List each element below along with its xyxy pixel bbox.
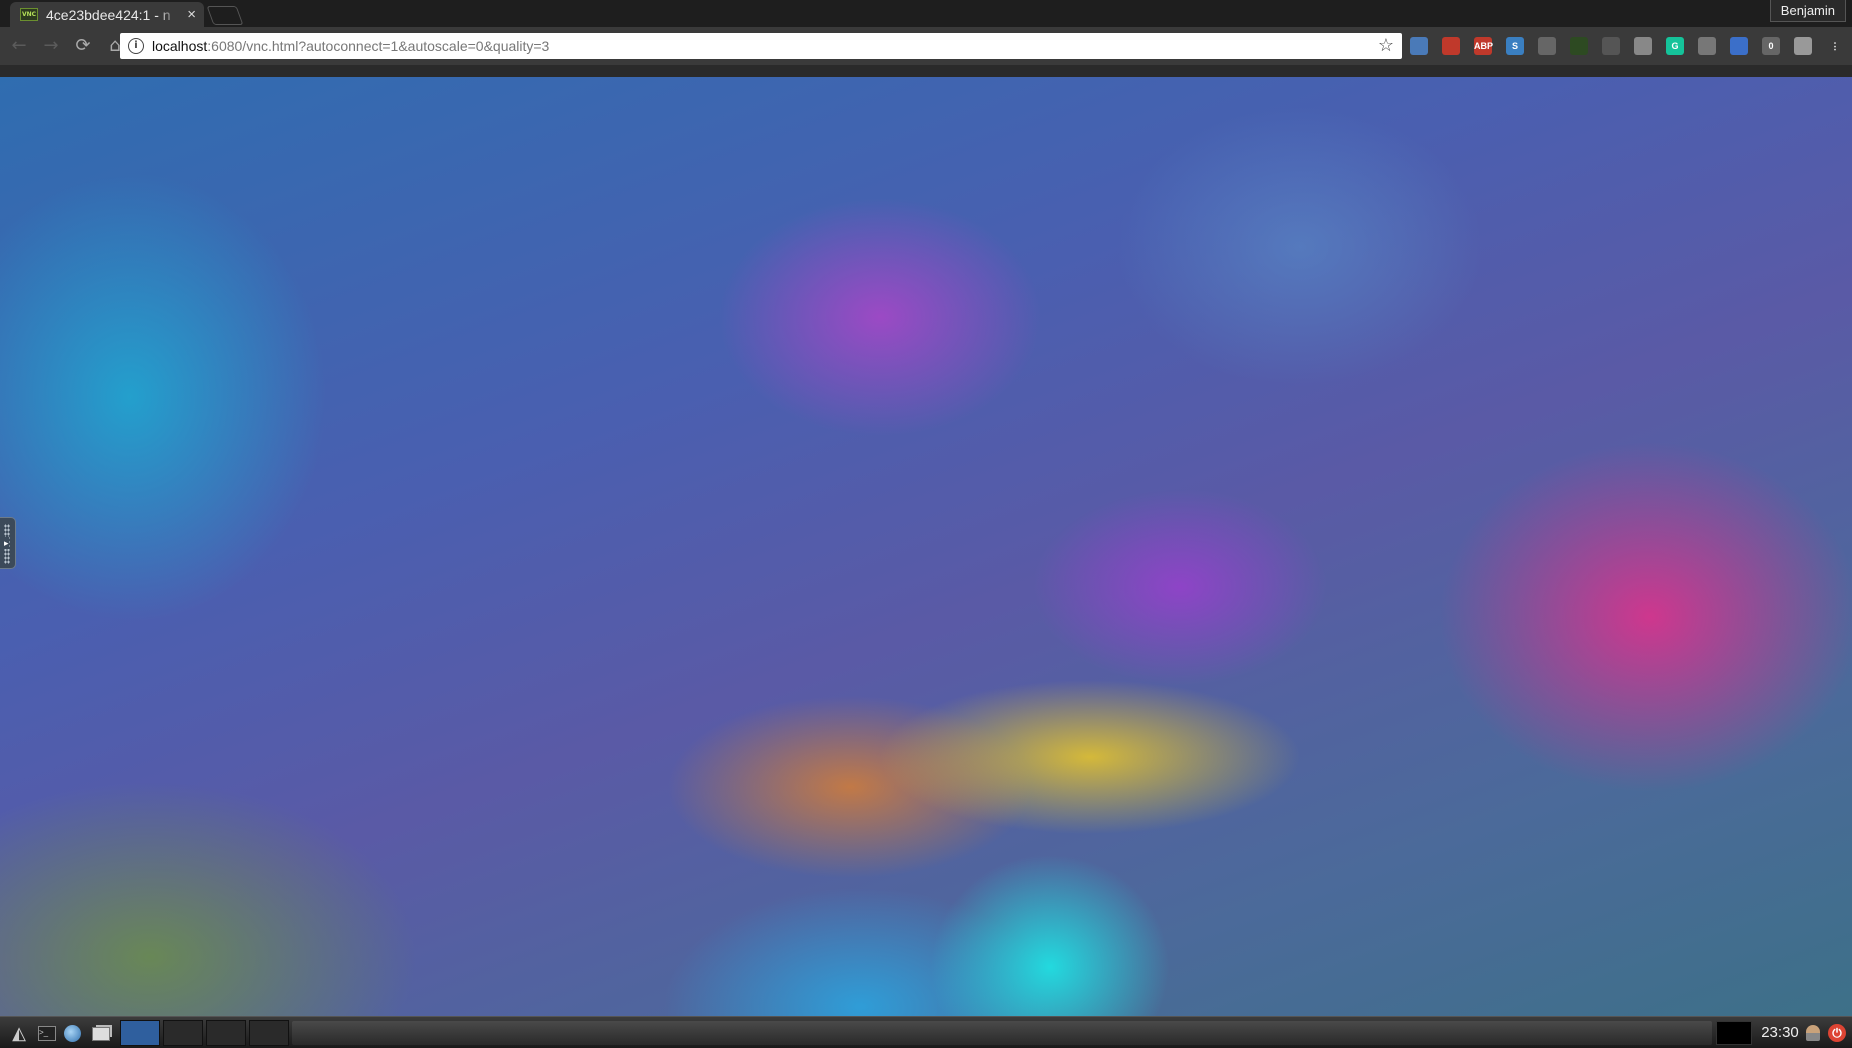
forward-button[interactable]: → <box>38 33 64 59</box>
show-desktop-icon[interactable] <box>92 1021 114 1045</box>
browser-toolbar: ← → ⟳ ⌂ i localhost:6080/vnc.html?autoco… <box>0 27 1852 65</box>
extension-icons: ABP S G 0 ⋮ <box>1410 35 1852 57</box>
ublock-icon[interactable] <box>1442 37 1460 55</box>
tab-close-icon[interactable]: × <box>187 6 196 23</box>
back-button[interactable]: ← <box>6 33 32 59</box>
address-bar[interactable]: i localhost:6080/vnc.html?autoconnect=1&… <box>120 33 1402 59</box>
workspace-2[interactable] <box>163 1020 203 1046</box>
zero-badge-icon[interactable]: 0 <box>1762 37 1780 55</box>
user-icon[interactable] <box>1806 1021 1824 1045</box>
power-icon[interactable]: ⏻ <box>1828 1021 1848 1045</box>
printer-icon[interactable] <box>1410 37 1428 55</box>
url-path: :6080/vnc.html?autoconnect=1&autoscale=0… <box>207 38 550 54</box>
clock[interactable]: 23:30 <box>1758 1021 1802 1045</box>
tab-title: 4ce23bdee424:1 - n <box>46 6 171 23</box>
novnc-control-bar-handle[interactable]: ▸ <box>0 517 16 569</box>
shield-extension-icon[interactable] <box>1794 37 1812 55</box>
terminal-launcher-icon[interactable]: >_ <box>38 1021 58 1045</box>
bookmark-star-icon[interactable]: ☆ <box>1378 35 1394 56</box>
workspace-1[interactable] <box>120 1020 160 1046</box>
camera-icon[interactable] <box>1634 37 1652 55</box>
grammarly-icon[interactable]: G <box>1666 37 1684 55</box>
menu-dots-icon[interactable]: ⋮ <box>1826 37 1844 55</box>
workspace-3[interactable] <box>206 1020 246 1046</box>
start-menu-icon[interactable]: ◭ <box>4 1021 34 1045</box>
url-host: localhost <box>152 38 208 54</box>
new-tab-button[interactable] <box>206 6 244 25</box>
tab-strip: VNC 4ce23bdee424:1 - n × Benjamin <box>0 0 1852 27</box>
reload-button[interactable]: ⟳ <box>70 33 96 59</box>
page-info-icon[interactable]: i <box>128 38 144 54</box>
android-icon[interactable] <box>1602 37 1620 55</box>
web-browser-launcher-icon[interactable] <box>64 1021 84 1045</box>
expand-arrow-icon: ▸ <box>4 537 9 549</box>
profile-button[interactable]: Benjamin <box>1769 0 1846 22</box>
remote-desktop-wallpaper[interactable]: ▸ <box>0 77 1852 1016</box>
toolbar-bottom-strip <box>0 65 1852 77</box>
workspace-4[interactable] <box>249 1020 289 1046</box>
circle-extension-icon[interactable] <box>1698 37 1716 55</box>
s-extension-icon[interactable]: S <box>1506 37 1524 55</box>
cpu-monitor[interactable] <box>1716 1021 1752 1045</box>
task-list-area[interactable] <box>292 1021 1712 1045</box>
gear-extension-icon[interactable] <box>1538 37 1556 55</box>
terminal-extension-icon[interactable] <box>1570 37 1588 55</box>
desktop-taskbar: ◭ >_ 23:30 ⏻ <box>0 1016 1852 1048</box>
browser-tab-vnc[interactable]: VNC 4ce23bdee424:1 - n × <box>10 2 204 27</box>
vnc-favicon-icon: VNC <box>20 8 38 21</box>
adblock-plus-icon[interactable]: ABP <box>1474 37 1493 55</box>
pen-extension-icon[interactable] <box>1730 37 1748 55</box>
